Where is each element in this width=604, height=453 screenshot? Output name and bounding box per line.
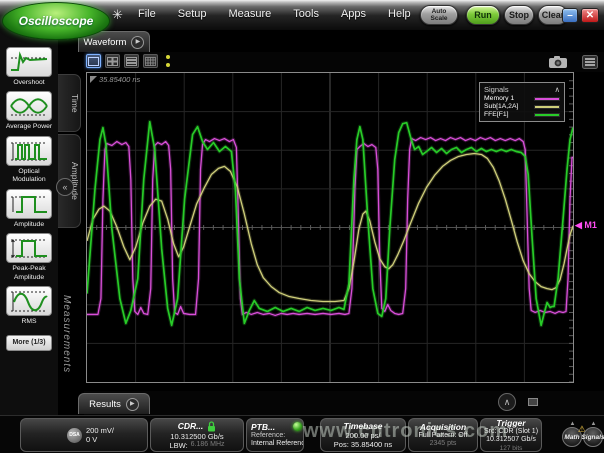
- sidebar-item-average-power[interactable]: Average Power: [3, 91, 55, 131]
- legend-item-sub[interactable]: Sub[1A,2A]: [484, 103, 560, 110]
- optical-modulation-icon: [9, 139, 49, 163]
- right-gutter: ◀ M1: [574, 72, 604, 383]
- timebase-panel[interactable]: Timebase 200.00 ps/ Pos: 35.85400 ns: [320, 418, 406, 452]
- menu-apps[interactable]: Apps: [341, 8, 366, 20]
- sidebar-item-optical-modulation[interactable]: Optical Modulation: [3, 136, 55, 185]
- minimize-button[interactable]: –: [562, 8, 578, 23]
- layout-quad-button[interactable]: [105, 54, 120, 68]
- timebase-position-stamp: 35.85400 ns: [90, 75, 140, 84]
- signals-flipout-icon: ▲: [583, 422, 604, 427]
- waveform-tab-menu-icon[interactable]: ▶: [131, 36, 144, 49]
- menu-bar: File Setup Measure Tools Apps Help: [138, 8, 411, 20]
- status-dot-1: [166, 55, 170, 59]
- legend-collapse-icon[interactable]: ∧: [555, 85, 561, 94]
- sidebar-item-peak-peak-amplitude[interactable]: Peak-Peak Amplitude: [3, 233, 55, 282]
- sidebar-tabstrip: Time Amplitude Measurements: [58, 30, 84, 453]
- display-toolbar: [84, 52, 604, 72]
- results-tab[interactable]: Results ▶: [78, 393, 150, 414]
- amplitude-icon: [9, 192, 49, 216]
- sidebar-item-overshoot[interactable]: Overshoot: [3, 47, 55, 87]
- marker-m1[interactable]: ◀ M1: [575, 220, 597, 231]
- cdr-lock-icon: [207, 421, 216, 432]
- layout-single-button[interactable]: [86, 54, 101, 68]
- sub-color-swatch: [534, 105, 560, 109]
- ffe-color-swatch: [534, 113, 560, 117]
- trigger-panel[interactable]: Trigger Src: CDR (Slot 1) 10.312507 Gb/s…: [480, 418, 542, 452]
- sidebar-item-rms[interactable]: RMS: [3, 286, 55, 326]
- more-measurements-button[interactable]: More (1/3): [6, 335, 52, 351]
- stop-button[interactable]: Stop: [504, 5, 534, 25]
- collapse-sidebar-button[interactable]: «: [56, 178, 74, 196]
- close-button[interactable]: ✕: [581, 8, 599, 23]
- measurements-sidebar: Overshoot Average Power Optical Modulati…: [0, 30, 58, 453]
- average-power-icon: [9, 94, 49, 118]
- signals-button[interactable]: ▲ Signals: [583, 422, 604, 448]
- waveform-display[interactable]: 35.85400 ns Signals ∧ Memory 1 Sub[1A,2A…: [86, 72, 574, 383]
- auto-scale-button[interactable]: Auto Scale: [420, 5, 458, 25]
- display-mode-icon[interactable]: [528, 398, 538, 406]
- overshoot-icon: [9, 50, 49, 74]
- tab-time[interactable]: Time: [58, 74, 81, 132]
- expand-results-button[interactable]: ∧: [498, 393, 516, 411]
- menu-measure[interactable]: Measure: [228, 8, 271, 20]
- bottom-dock: ◁ ⁘ DSA 200 mV/ 0 V CDR... 10.312500 Gb/…: [0, 415, 604, 453]
- results-bar: Results ▶ ∧: [84, 391, 604, 415]
- results-tab-menu-icon[interactable]: ▶: [126, 398, 139, 411]
- math-button[interactable]: ▲ Math ⚠: [562, 422, 583, 448]
- menu-help[interactable]: Help: [388, 8, 411, 20]
- rms-icon: [9, 289, 49, 313]
- channel-setup-panel[interactable]: DSA 200 mV/ 0 V: [20, 418, 148, 452]
- legend-item-ffe[interactable]: FFE[F1]: [484, 111, 560, 118]
- menu-setup[interactable]: Setup: [178, 8, 207, 20]
- sidebar-item-amplitude[interactable]: Amplitude: [3, 189, 55, 229]
- cdr-panel[interactable]: CDR... 10.312500 Gb/s LBW: 6.186 MHz: [150, 418, 244, 452]
- dsa-badge: DSA: [67, 428, 82, 443]
- camera-icon[interactable]: [548, 55, 568, 69]
- workspace-tabrow: Waveform ▶: [84, 30, 604, 52]
- oscilloscope-logo: Oscilloscope: [2, 2, 110, 40]
- run-button[interactable]: Run: [466, 5, 500, 25]
- layout-rows-button[interactable]: [124, 54, 139, 68]
- signals-legend[interactable]: Signals ∧ Memory 1 Sub[1A,2A] FFE[F1]: [479, 82, 565, 122]
- layout-grid16-button[interactable]: [143, 54, 158, 68]
- menu-file[interactable]: File: [138, 8, 156, 20]
- memory1-color-swatch: [534, 97, 560, 101]
- sparkle-icon: ✳: [112, 7, 123, 23]
- acquisition-panel[interactable]: Acquisition Full Pattern: Off 2345 pts: [408, 418, 478, 452]
- flag-icon: [90, 76, 97, 83]
- oscilloscope-app: ✳ File Setup Measure Tools Apps Help Aut…: [0, 0, 604, 453]
- ptb-status-led: [293, 422, 302, 431]
- menu-tools[interactable]: Tools: [293, 8, 319, 20]
- status-dot-2: [166, 63, 170, 67]
- legend-item-memory1[interactable]: Memory 1: [484, 95, 560, 102]
- peak-peak-amplitude-icon: [9, 236, 49, 260]
- measurements-palette-label: Measurements: [61, 295, 72, 415]
- menu-icon[interactable]: [582, 55, 598, 69]
- ptb-panel[interactable]: PTB... Reference: Internal Reference: [246, 418, 304, 452]
